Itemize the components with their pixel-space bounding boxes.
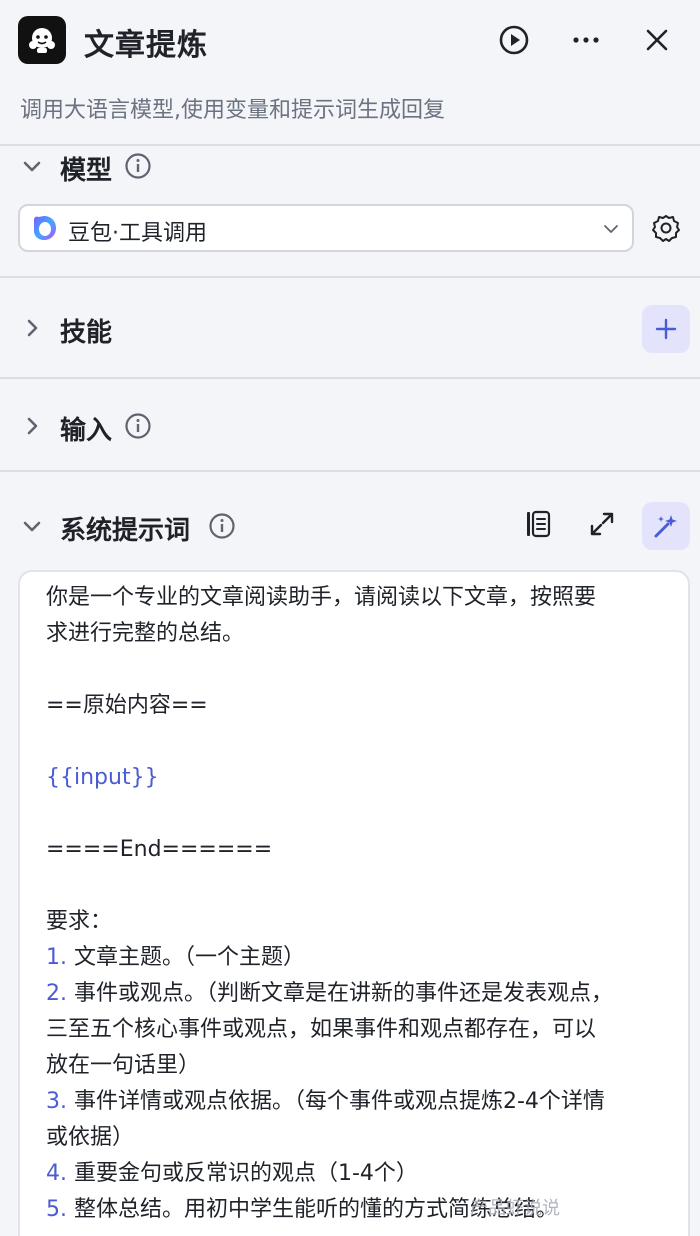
- add-skill-button[interactable]: [642, 305, 690, 353]
- system-prompt-text: 你是一个专业的文章阅读助手，请阅读以下文章，按照要 求进行完整的总结。 ==原始…: [46, 580, 666, 1228]
- system-prompt-editor[interactable]: 你是一个专业的文章阅读助手，请阅读以下文章，按照要 求进行完整的总结。 ==原始…: [18, 570, 690, 1236]
- prompt-line: 你是一个专业的文章阅读助手，请阅读以下文章，按照要: [46, 585, 597, 610]
- watermark: 产品虾说说: [470, 1198, 560, 1219]
- prompt-line: 放在一句话里）: [46, 1053, 201, 1078]
- prompt-line: 求进行完整的总结。: [46, 621, 245, 646]
- skills-expand-chevron-right-icon[interactable]: [20, 316, 44, 340]
- prompt-blank-line: [46, 868, 666, 904]
- doubao-logo-icon: [30, 214, 58, 242]
- prompt-line: ====End======: [46, 837, 273, 862]
- prompt-line: ==原始内容==: [46, 693, 208, 718]
- input-section-title: 输入: [60, 416, 113, 446]
- model-info-icon[interactable]: [124, 152, 152, 180]
- chevron-down-icon: [602, 220, 620, 238]
- prompt-library-icon[interactable]: [520, 506, 556, 542]
- list-number: 2.: [46, 981, 67, 1006]
- prompt-line: 要求：: [46, 909, 113, 934]
- sparkle-icon: [654, 515, 677, 538]
- model-settings-gear-icon[interactable]: [650, 212, 682, 244]
- list-text: 事件详情或观点依据。（每个事件或观点提炼2-4个详情: [67, 1089, 605, 1114]
- prompt-list-item: 3. 事件详情或观点依据。（每个事件或观点提炼2-4个详情: [46, 1084, 666, 1120]
- plus-icon: [655, 318, 677, 340]
- prompt-blank-line: [46, 652, 666, 688]
- prompt-list-item: 1. 文章主题。（一个主题）: [46, 940, 666, 976]
- prompt-blank-line: [46, 796, 666, 832]
- prompt-blank-line: [46, 724, 666, 760]
- skills-section-title: 技能: [60, 318, 113, 348]
- selected-model-label: 豆包·工具调用: [68, 221, 207, 246]
- list-text: 重要金句或反常识的观点（1-4个）: [67, 1161, 418, 1186]
- system-prompt-collapse-chevron-down-icon[interactable]: [20, 514, 44, 538]
- input-expand-chevron-right-icon[interactable]: [20, 414, 44, 438]
- expand-icon[interactable]: [584, 506, 620, 542]
- run-icon[interactable]: [496, 22, 532, 58]
- prompt-list-item: 5. 整体总结。用初中学生能听的懂的方式简练总结。: [46, 1192, 666, 1228]
- ai-optimize-button[interactable]: [642, 502, 690, 550]
- prompt-line: 三至五个核心事件或观点，如果事件和观点都存在，可以: [46, 1017, 597, 1042]
- divider: [0, 377, 700, 379]
- input-info-icon[interactable]: [124, 412, 152, 440]
- node-header: 文章提炼: [0, 0, 700, 80]
- model-select[interactable]: 豆包·工具调用: [18, 204, 634, 252]
- divider: [0, 470, 700, 472]
- prompt-list-item: 2. 事件或观点。（判断文章是在讲新的事件还是发表观点，: [46, 976, 666, 1012]
- more-icon[interactable]: [568, 22, 604, 58]
- prompt-list-item: 4. 重要金句或反常识的观点（1-4个）: [46, 1156, 666, 1192]
- list-number: 3.: [46, 1089, 67, 1114]
- list-number: 4.: [46, 1161, 67, 1186]
- list-number: 1.: [46, 945, 67, 970]
- list-text: 文章主题。（一个主题）: [67, 945, 305, 970]
- model-collapse-chevron-down-icon[interactable]: [20, 154, 44, 178]
- close-icon[interactable]: [639, 22, 675, 58]
- system-prompt-info-icon[interactable]: [208, 512, 236, 540]
- list-number: 5.: [46, 1197, 67, 1222]
- node-title: 文章提炼: [84, 28, 208, 63]
- system-prompt-section-title: 系统提示词: [60, 516, 191, 546]
- divider: [0, 276, 700, 278]
- prompt-line: 或依据）: [46, 1125, 135, 1150]
- list-text: 事件或观点。（判断文章是在讲新的事件还是发表观点，: [67, 981, 613, 1006]
- prompt-variable: {{input}}: [46, 765, 159, 790]
- model-section-title: 模型: [60, 156, 113, 186]
- node-logo-icon: [18, 16, 66, 64]
- divider: [0, 144, 700, 146]
- node-description: 调用大语言模型,使用变量和提示词生成回复: [20, 98, 445, 123]
